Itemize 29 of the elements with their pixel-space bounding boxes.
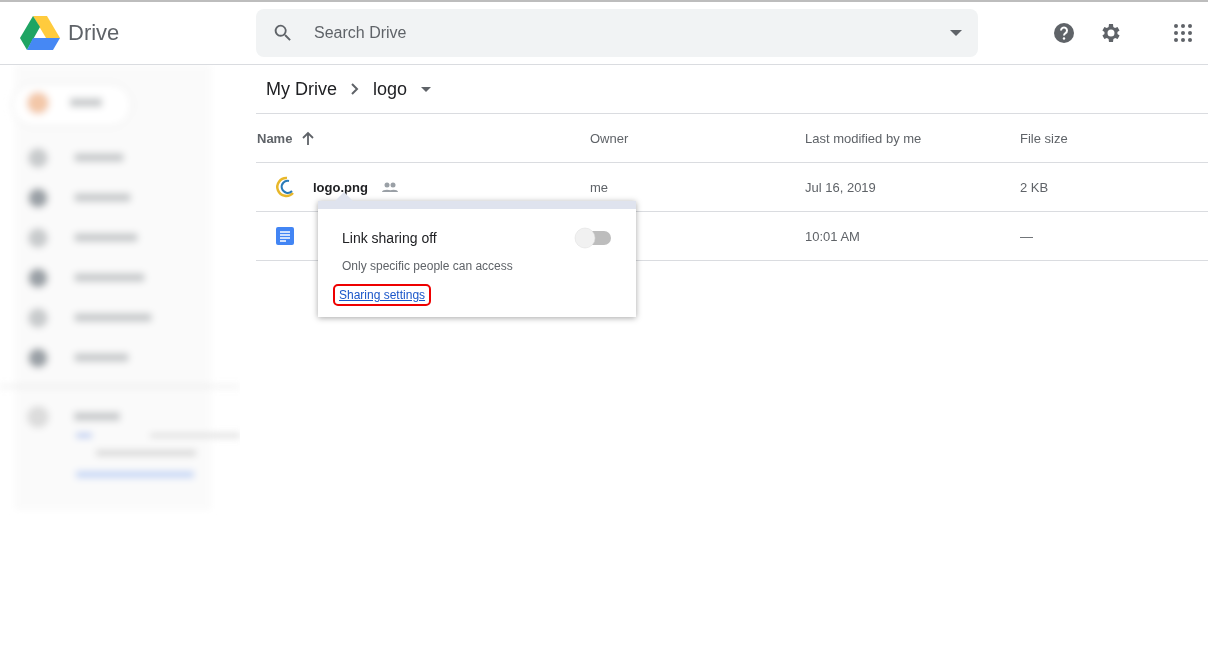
dropdown-caret-icon[interactable]	[421, 86, 432, 92]
search-field[interactable]: Search Drive	[256, 9, 978, 57]
toggle-switch[interactable]	[574, 227, 612, 249]
search-input[interactable]: Search Drive	[312, 23, 932, 43]
sharing-settings-link[interactable]: Sharing settings	[333, 284, 432, 306]
breadcrumb-item[interactable]: My Drive	[266, 78, 337, 100]
help-icon[interactable]	[1052, 21, 1076, 45]
drive-logo-icon	[20, 16, 60, 50]
shared-people-icon	[381, 182, 398, 192]
chevron-right-icon	[351, 83, 359, 95]
search-icon	[272, 22, 294, 44]
column-header[interactable]: Name	[257, 130, 293, 146]
app-name: Drive	[68, 20, 120, 46]
file-name[interactable]: logo.png	[313, 179, 368, 195]
breadcrumb-item[interactable]: logo	[373, 78, 408, 100]
table-cell: 2 KB	[1020, 179, 1049, 195]
column-header[interactable]: File size	[1020, 130, 1068, 146]
document-icon	[276, 227, 294, 245]
table-cell: Jul 16, 2019	[805, 179, 876, 195]
popup-title: Link sharing off	[342, 230, 437, 246]
column-header[interactable]: Last modified by me	[805, 130, 922, 146]
table-cell: —	[1020, 228, 1033, 244]
column-header[interactable]: Owner	[590, 130, 629, 146]
popup-description: Only specific people can access	[342, 259, 514, 273]
apps-grid-icon[interactable]	[1174, 24, 1192, 42]
table-cell: me	[590, 179, 609, 195]
table-cell: 10:01 AM	[805, 228, 860, 244]
dropdown-caret-icon[interactable]	[950, 30, 962, 36]
sort-arrow-icon[interactable]	[302, 131, 315, 145]
